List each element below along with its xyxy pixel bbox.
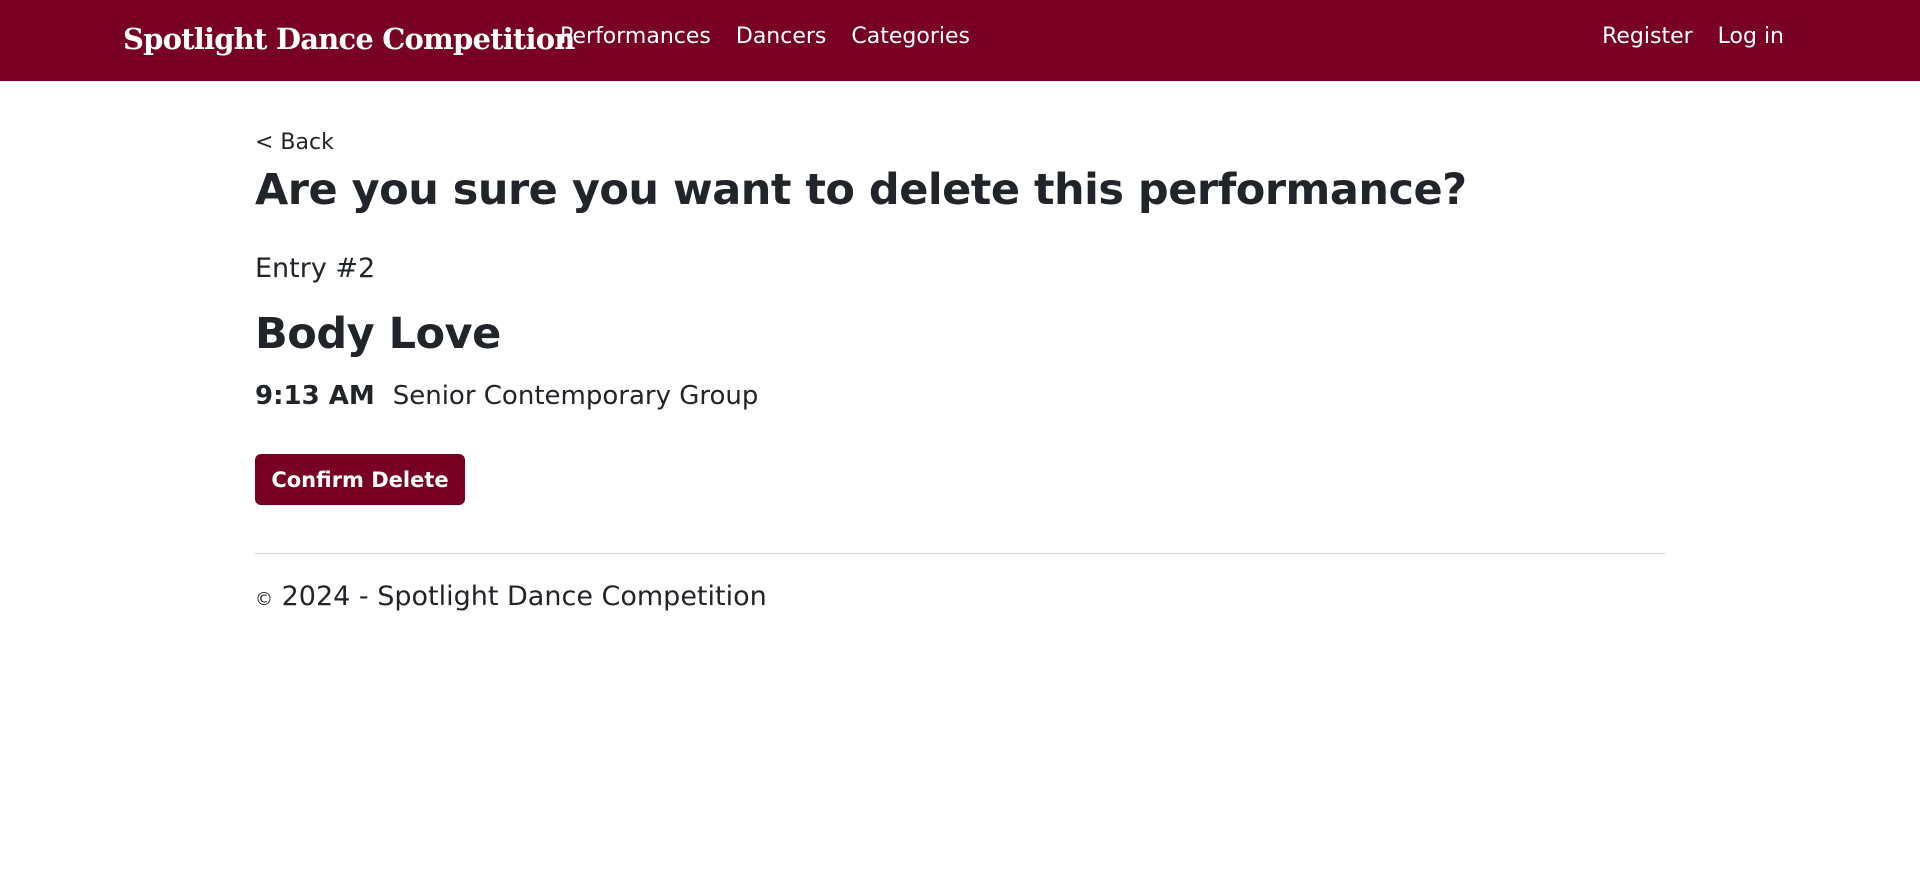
performance-meta: 9:13 AM Senior Contemporary Group <box>255 381 758 411</box>
performance-category: Senior Contemporary Group <box>392 381 759 411</box>
nav-performances[interactable]: Performances <box>560 24 711 49</box>
account-nav: Register Log in <box>1602 24 1784 49</box>
brand-logo-link[interactable]: Spotlight Dance Competition <box>123 22 575 56</box>
register-link[interactable]: Register <box>1602 24 1693 49</box>
entry-number: Entry #2 <box>255 253 376 284</box>
copyright-symbol: © <box>255 589 273 610</box>
confirm-delete-button[interactable]: Confirm Delete <box>255 454 465 505</box>
footer: © 2024 - Spotlight Dance Competition <box>255 581 767 612</box>
footer-text: 2024 - Spotlight Dance Competition <box>281 581 767 612</box>
back-link[interactable]: < Back <box>255 130 334 155</box>
login-link[interactable]: Log in <box>1718 24 1784 49</box>
main-nav: Performances Dancers Categories <box>560 24 970 49</box>
top-navbar: Spotlight Dance Competition Performances… <box>0 0 1920 81</box>
performance-time: 9:13 AM <box>255 381 375 411</box>
footer-divider <box>255 553 1665 554</box>
page-title: Are you sure you want to delete this per… <box>255 165 1467 215</box>
nav-dancers[interactable]: Dancers <box>736 24 827 49</box>
performance-title: Body Love <box>255 309 501 359</box>
nav-categories[interactable]: Categories <box>851 24 970 49</box>
